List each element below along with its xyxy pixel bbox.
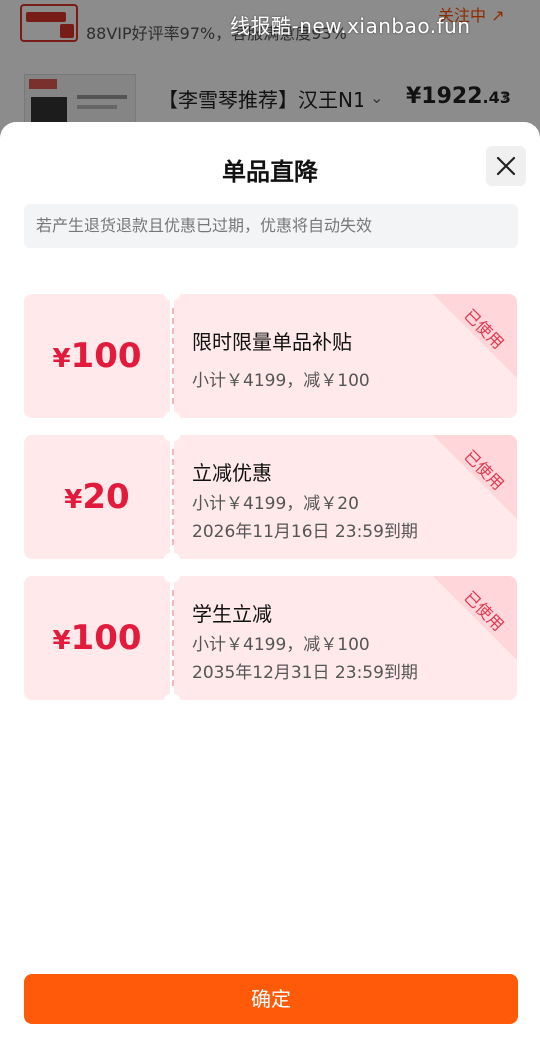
coupon-name: 限时限量单品补贴	[192, 330, 352, 354]
used-stamp: 已使用	[433, 576, 517, 660]
watermark: 线报酷-new.xianbao.fun	[230, 14, 471, 38]
currency-symbol: ¥	[52, 344, 71, 374]
coupon-amount: ¥20	[24, 435, 170, 559]
coupon-divider	[172, 449, 174, 545]
coupon-card: 限时限量单品补贴 小计￥4199，减￥100 已使用 ¥100	[24, 288, 517, 424]
coupon-expiry: 2026年11月16日 23:59到期	[192, 522, 418, 542]
coupon-value: 100	[70, 618, 142, 658]
close-button[interactable]	[486, 146, 526, 186]
coupon-right: 限时限量单品补贴 小计￥4199，减￥100 已使用	[174, 294, 517, 418]
sheet-title: 单品直降	[222, 158, 318, 186]
notice-text: 若产生退货退款且优惠已过期，优惠将自动失效	[24, 204, 518, 248]
coupon-card: 学生立减 小计￥4199，减￥100 2035年12月31日 23:59到期 已…	[24, 570, 517, 706]
coupon-value: 100	[70, 336, 142, 376]
currency-symbol: ¥	[52, 626, 71, 656]
coupon-name: 立减优惠	[192, 461, 272, 485]
coupon-divider	[172, 308, 174, 404]
close-icon	[496, 156, 516, 176]
used-stamp: 已使用	[433, 435, 517, 519]
coupon-amount: ¥100	[24, 576, 170, 700]
confirm-button[interactable]: 确定	[24, 974, 518, 1024]
coupon-subtotal: 小计￥4199，减￥20	[192, 494, 359, 514]
coupon-expiry: 2035年12月31日 23:59到期	[192, 663, 418, 683]
coupon-subtotal: 小计￥4199，减￥100	[192, 371, 370, 391]
coupon-divider	[172, 590, 174, 686]
discount-sheet: 单品直降 若产生退货退款且优惠已过期，优惠将自动失效 限时限量单品补贴 小计￥4…	[0, 122, 540, 1046]
currency-symbol: ¥	[64, 485, 83, 515]
coupon-value: 20	[82, 477, 130, 517]
coupon-right: 立减优惠 小计￥4199，减￥20 2026年11月16日 23:59到期 已使…	[174, 435, 517, 559]
coupon-card: 立减优惠 小计￥4199，减￥20 2026年11月16日 23:59到期 已使…	[24, 429, 517, 565]
used-stamp: 已使用	[433, 294, 517, 378]
coupon-amount: ¥100	[24, 294, 170, 418]
coupon-subtotal: 小计￥4199，减￥100	[192, 635, 370, 655]
coupon-right: 学生立减 小计￥4199，减￥100 2035年12月31日 23:59到期 已…	[174, 576, 517, 700]
coupon-name: 学生立减	[192, 602, 272, 626]
